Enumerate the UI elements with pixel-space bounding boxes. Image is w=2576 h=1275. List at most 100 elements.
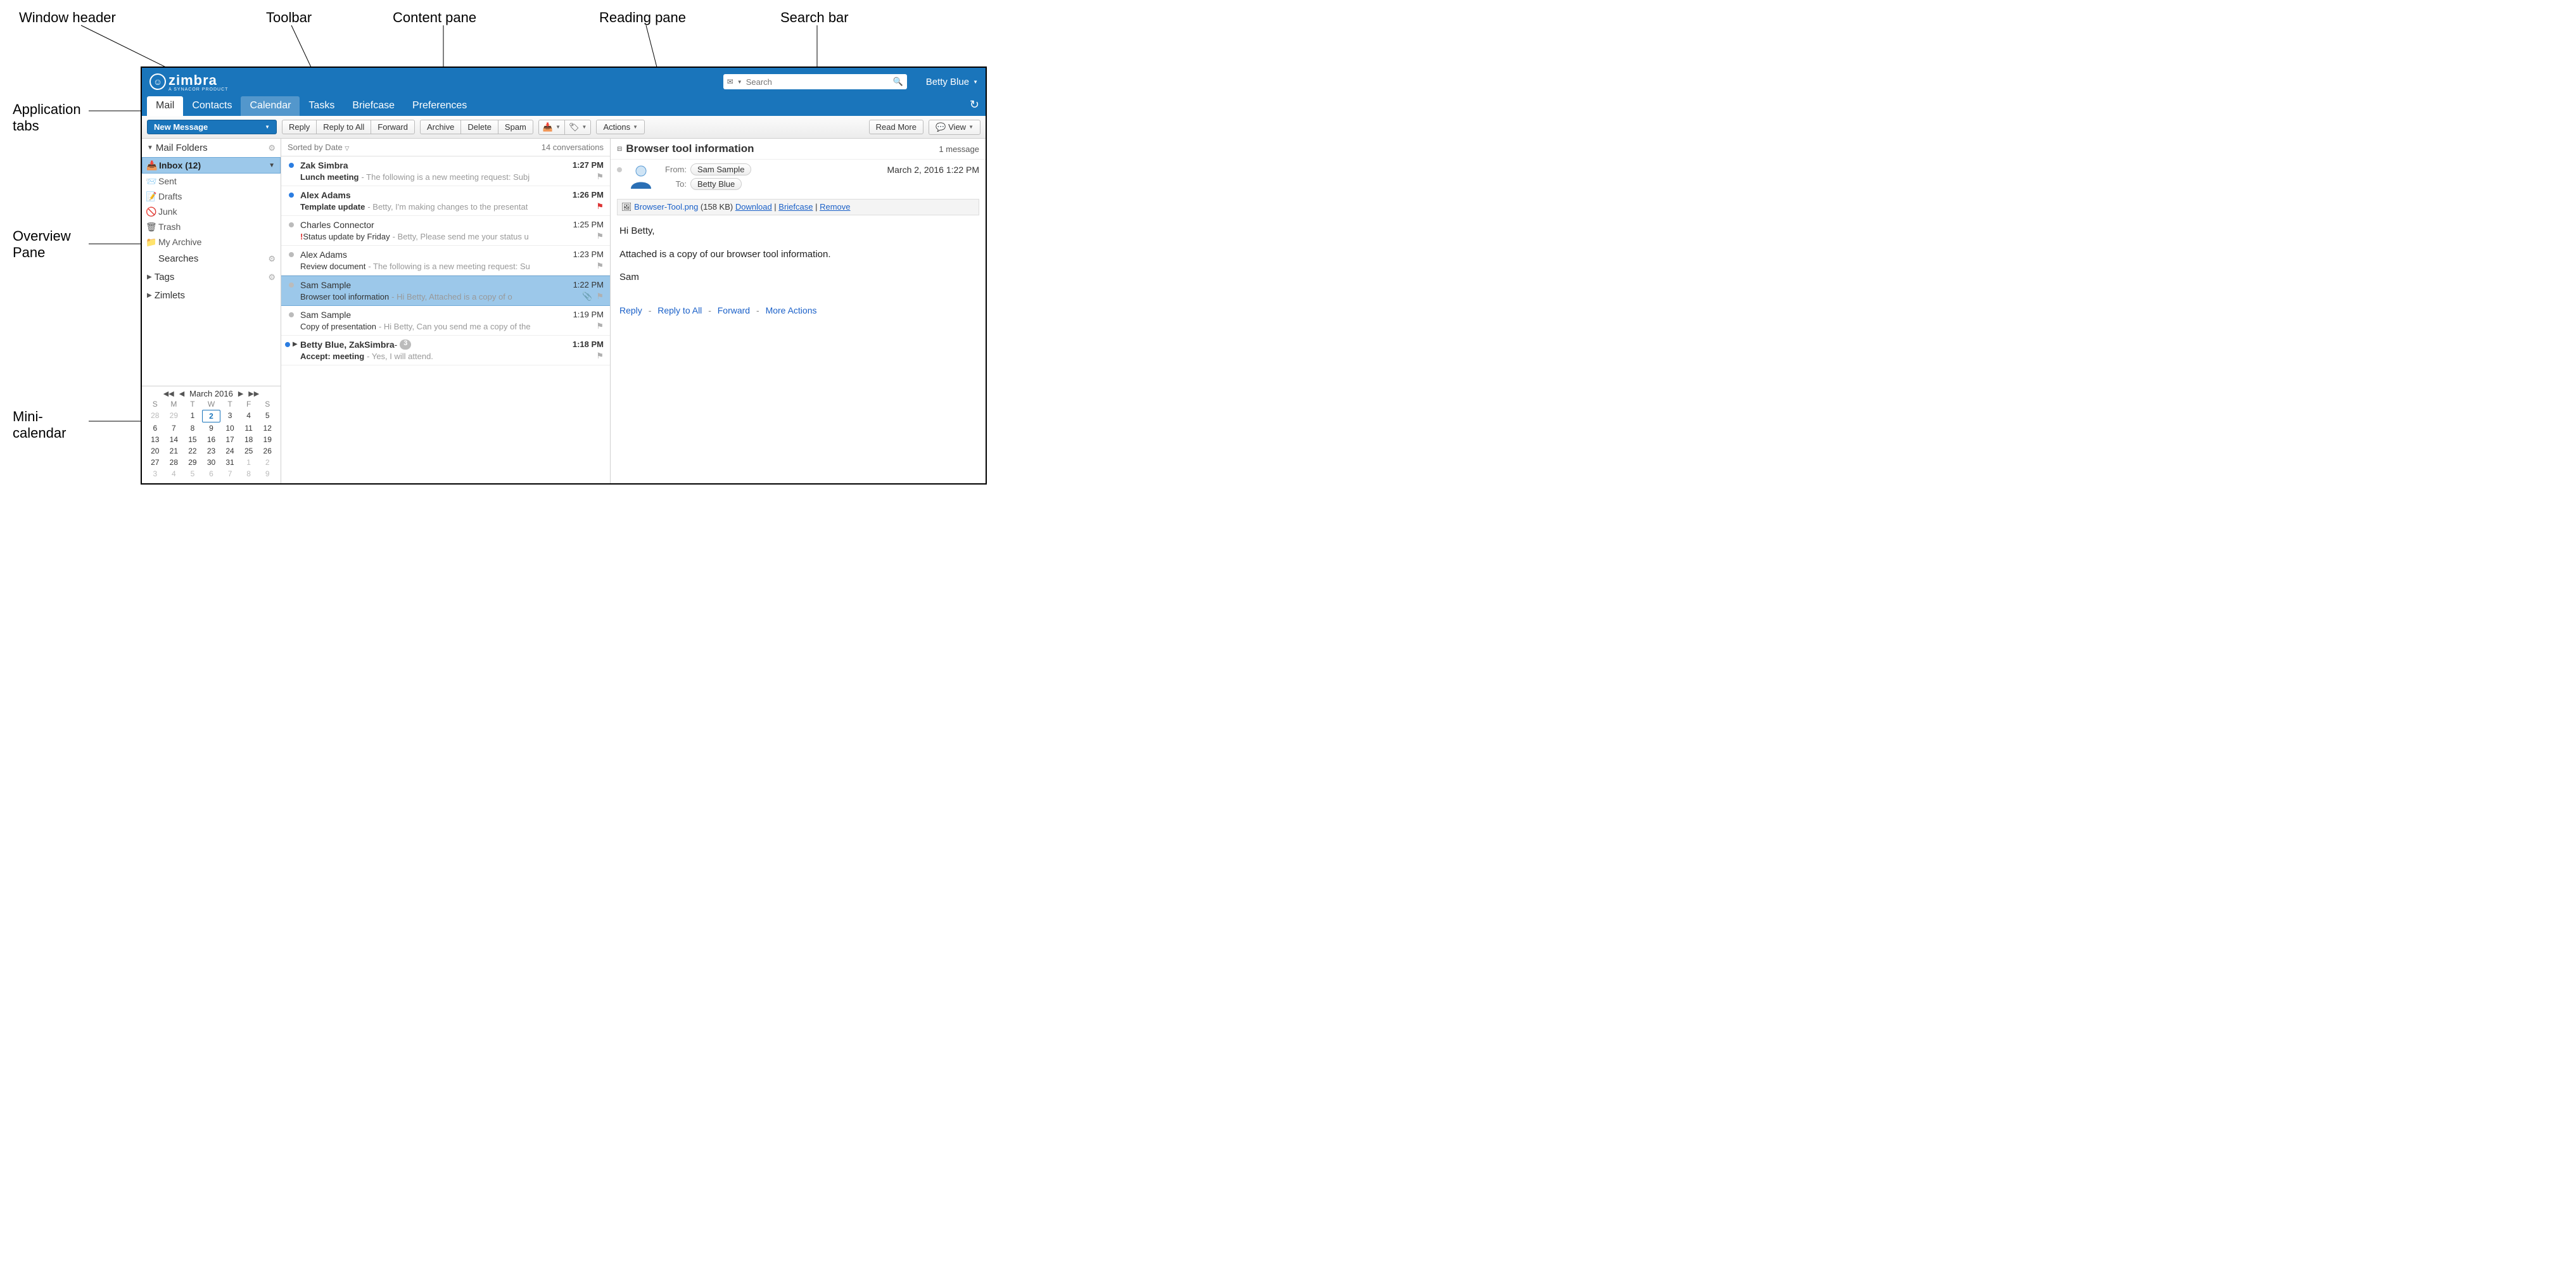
attachment-name[interactable]: Browser-Tool.png: [634, 202, 698, 212]
reply-button[interactable]: Reply: [282, 120, 317, 134]
cal-day[interactable]: 5: [183, 468, 202, 479]
cal-day[interactable]: 5: [258, 410, 277, 422]
conversation-item[interactable]: Sam Sample1:22 PMBrowser tool informatio…: [281, 276, 610, 306]
delete-button[interactable]: Delete: [460, 120, 498, 134]
gear-icon[interactable]: ⚙: [268, 143, 276, 153]
reading-forward-link[interactable]: Forward: [718, 305, 750, 315]
next-year-icon[interactable]: ▶▶: [248, 390, 259, 398]
tab-preferences[interactable]: Preferences: [403, 96, 476, 116]
chevron-down-icon[interactable]: ▼: [269, 162, 275, 169]
cal-day[interactable]: 9: [202, 422, 221, 434]
cal-day[interactable]: 13: [146, 434, 165, 445]
conversation-item[interactable]: Sam Sample1:19 PMCopy of presentation- H…: [281, 306, 610, 336]
conversation-item[interactable]: Charles Connector1:25 PM! Status update …: [281, 216, 610, 246]
cal-day[interactable]: 2: [202, 410, 221, 422]
folder-trash[interactable]: 🗑Trash: [142, 219, 281, 234]
searches-head[interactable]: Searches ⚙: [142, 250, 281, 268]
spam-button[interactable]: Spam: [498, 120, 533, 134]
search-icon[interactable]: 🔍: [893, 77, 903, 87]
cal-day[interactable]: 21: [165, 445, 184, 457]
collapse-icon[interactable]: ⊟: [617, 146, 622, 153]
flag-icon[interactable]: ⚑: [596, 201, 604, 212]
conversation-item[interactable]: Alex Adams1:23 PMReview document- The fo…: [281, 246, 610, 276]
flag-icon[interactable]: ⚑: [596, 291, 604, 301]
flag-icon[interactable]: ⚑: [596, 321, 604, 331]
refresh-icon[interactable]: ↻: [970, 98, 979, 111]
to-chip[interactable]: Betty Blue: [690, 178, 742, 190]
gear-icon[interactable]: ⚙: [268, 272, 276, 282]
cal-day[interactable]: 29: [165, 410, 184, 422]
cal-day[interactable]: 4: [239, 410, 258, 422]
flag-icon[interactable]: ⚑: [596, 351, 604, 361]
tab-contacts[interactable]: Contacts: [183, 96, 241, 116]
gear-icon[interactable]: ⚙: [268, 254, 276, 264]
view-button[interactable]: 💬 View ▼: [929, 120, 980, 135]
forward-button[interactable]: Forward: [371, 120, 415, 134]
cal-day[interactable]: 1: [183, 410, 202, 422]
search-scope-mail-icon[interactable]: ✉: [727, 77, 733, 86]
mail-folders-head[interactable]: ▼ Mail Folders ⚙: [142, 139, 281, 157]
archive-button[interactable]: Archive: [420, 120, 461, 134]
folder-drafts[interactable]: 📝Drafts: [142, 189, 281, 204]
tags-head[interactable]: ▶ Tags ⚙: [142, 268, 281, 286]
search-bar[interactable]: ✉ ▼ 🔍: [723, 74, 907, 89]
cal-day[interactable]: 17: [220, 434, 239, 445]
cal-day[interactable]: 29: [183, 457, 202, 468]
cal-day[interactable]: 7: [220, 468, 239, 479]
tag-button[interactable]: 🏷 ▼: [564, 120, 591, 135]
cal-day[interactable]: 30: [202, 457, 221, 468]
new-message-button[interactable]: New Message ▼: [147, 120, 277, 134]
cal-day[interactable]: 18: [239, 434, 258, 445]
folder-sent[interactable]: 📨Sent: [142, 174, 281, 189]
cal-day[interactable]: 23: [202, 445, 221, 457]
read-more-button[interactable]: Read More: [869, 120, 923, 134]
cal-day[interactable]: 27: [146, 457, 165, 468]
cal-day[interactable]: 10: [220, 422, 239, 434]
cal-day[interactable]: 3: [146, 468, 165, 479]
expand-icon[interactable]: ▶: [293, 341, 298, 348]
reply-all-button[interactable]: Reply to All: [316, 120, 371, 134]
cal-day[interactable]: 24: [220, 445, 239, 457]
reading-more-actions-link[interactable]: More Actions: [766, 305, 817, 315]
cal-day[interactable]: 20: [146, 445, 165, 457]
sort-label[interactable]: Sorted by Date ▽: [288, 143, 349, 152]
attachment-download-link[interactable]: Download: [735, 202, 772, 212]
search-scope-dropdown-icon[interactable]: ▼: [737, 79, 742, 85]
tab-tasks[interactable]: Tasks: [300, 96, 343, 116]
reading-reply-all-link[interactable]: Reply to All: [657, 305, 702, 315]
move-folder-button[interactable]: 📥 ▼: [538, 120, 565, 135]
search-input[interactable]: [746, 77, 889, 87]
folder-archive[interactable]: 📁My Archive: [142, 234, 281, 250]
cal-day[interactable]: 25: [239, 445, 258, 457]
cal-day[interactable]: 6: [202, 468, 221, 479]
cal-day[interactable]: 11: [239, 422, 258, 434]
attachment-briefcase-link[interactable]: Briefcase: [778, 202, 813, 212]
tab-calendar[interactable]: Calendar: [241, 96, 300, 116]
cal-day[interactable]: 9: [258, 468, 277, 479]
conversation-item[interactable]: Alex Adams1:26 PMTemplate update- Betty,…: [281, 186, 610, 216]
cal-day[interactable]: 6: [146, 422, 165, 434]
flag-icon[interactable]: ⚑: [596, 172, 604, 182]
cal-day[interactable]: 19: [258, 434, 277, 445]
user-menu[interactable]: Betty Blue ▼: [926, 77, 978, 87]
from-chip[interactable]: Sam Sample: [690, 163, 751, 175]
conversation-item[interactable]: ▶Betty Blue, ZakSimbra - 31:18 PMAccept:…: [281, 336, 610, 365]
cal-day[interactable]: 22: [183, 445, 202, 457]
prev-year-icon[interactable]: ◀◀: [163, 390, 174, 398]
next-month-icon[interactable]: ▶: [238, 390, 243, 398]
cal-day[interactable]: 14: [165, 434, 184, 445]
cal-day[interactable]: 26: [258, 445, 277, 457]
tab-mail[interactable]: Mail: [147, 96, 183, 116]
cal-day[interactable]: 8: [183, 422, 202, 434]
flag-icon[interactable]: ⚑: [596, 261, 604, 271]
cal-day[interactable]: 2: [258, 457, 277, 468]
conversation-item[interactable]: Zak Simbra1:27 PMLunch meeting- The foll…: [281, 156, 610, 186]
folder-inbox[interactable]: 📥Inbox (12)▼: [142, 157, 281, 174]
cal-day[interactable]: 28: [165, 457, 184, 468]
cal-day[interactable]: 31: [220, 457, 239, 468]
actions-button[interactable]: Actions ▼: [596, 120, 645, 134]
cal-day[interactable]: 15: [183, 434, 202, 445]
folder-junk[interactable]: 🚫Junk: [142, 204, 281, 219]
attachment-remove-link[interactable]: Remove: [820, 202, 850, 212]
cal-day[interactable]: 4: [165, 468, 184, 479]
